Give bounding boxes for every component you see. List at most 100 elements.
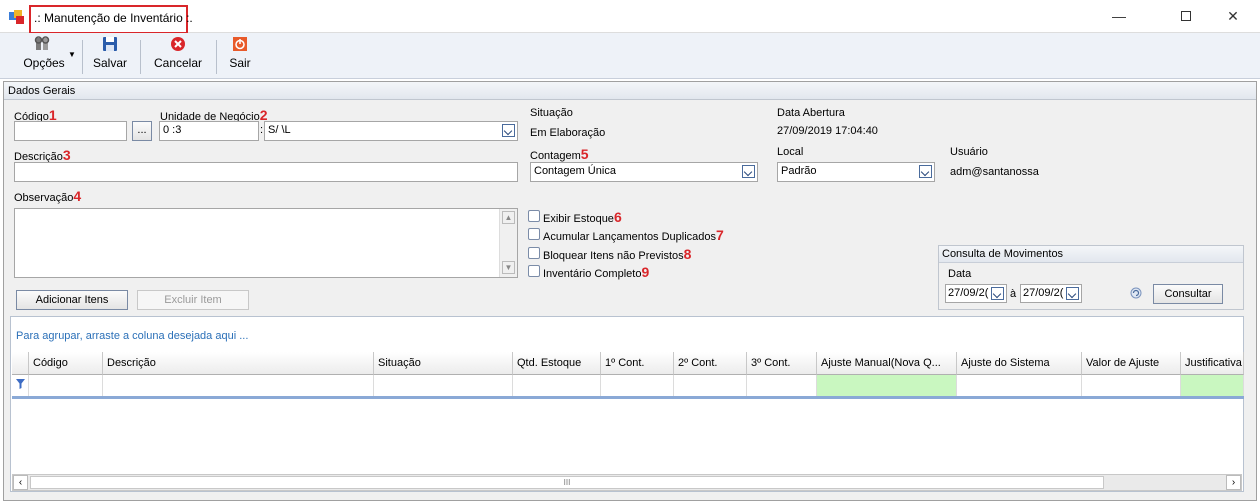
chevron-down-icon[interactable]: [742, 165, 755, 178]
section-title: Dados Gerais: [4, 82, 1256, 100]
column-header[interactable]: Valor de Ajuste: [1082, 352, 1181, 375]
opcoes-button[interactable]: ▼ Opções: [12, 36, 76, 76]
marker-4: 4: [73, 188, 82, 204]
filter-cell[interactable]: [601, 375, 674, 396]
unidade-name-select[interactable]: S/ \L: [264, 121, 518, 141]
sair-label: Sair: [229, 56, 251, 70]
scroll-down-icon[interactable]: ▼: [502, 261, 515, 274]
local-label: Local: [777, 146, 804, 158]
inventario-completo-checkbox[interactable]: [528, 265, 540, 277]
local-value: Padrão: [781, 165, 817, 177]
observacao-scrollbar[interactable]: ▲ ▼: [499, 209, 517, 277]
unidade-name-value: S/ \L: [268, 124, 291, 136]
codigo-input[interactable]: [14, 121, 127, 141]
data-abertura-label: Data Abertura: [777, 107, 845, 119]
calendar-dropdown-icon[interactable]: [1066, 287, 1079, 300]
scroll-up-icon[interactable]: ▲: [502, 211, 515, 224]
scroll-left-icon[interactable]: ‹: [13, 475, 28, 490]
column-header[interactable]: 3º Cont.: [747, 352, 817, 375]
usuario-label: Usuário: [950, 146, 988, 158]
marker-3: 3: [62, 147, 71, 163]
filter-cell[interactable]: [957, 375, 1082, 396]
situacao-value: Em Elaboração: [530, 127, 606, 139]
filter-cell[interactable]: [29, 375, 103, 396]
salvar-button[interactable]: Salvar: [88, 36, 132, 76]
column-header[interactable]: Ajuste do Sistema: [957, 352, 1082, 375]
close-icon[interactable]: ✕: [1210, 0, 1256, 33]
movimentos-data-label: Data: [948, 268, 972, 280]
salvar-label: Salvar: [92, 56, 127, 70]
excluir-item-button[interactable]: Excluir Item: [137, 290, 249, 310]
date-from-value: 27/09/2(: [948, 287, 989, 299]
filter-cell[interactable]: [374, 375, 513, 396]
marker-5: 5: [580, 146, 589, 162]
movimentos-title: Consulta de Movimentos: [939, 246, 1243, 263]
scroll-thumb[interactable]: III: [30, 476, 1104, 489]
cancelar-label: Cancelar: [153, 56, 203, 70]
filter-cell[interactable]: [1082, 375, 1181, 396]
filter-icon: [16, 379, 25, 392]
column-header[interactable]: 1º Cont.: [601, 352, 674, 375]
unidade-code-input[interactable]: 0 :3: [159, 121, 259, 141]
save-icon: [88, 36, 132, 56]
cancel-icon: [148, 36, 208, 56]
marker-8: 8: [683, 246, 692, 262]
data-abertura-value: 27/09/2019 17:04:40: [777, 125, 878, 137]
window-title: .: Manutenção de Inventário :.: [34, 11, 193, 25]
scroll-right-icon[interactable]: ›: [1226, 475, 1241, 490]
filter-cell[interactable]: [103, 375, 374, 396]
contagem-label: Contagem5: [530, 146, 589, 162]
calendar-dropdown-icon[interactable]: [991, 287, 1004, 300]
date-separator: à: [1010, 288, 1017, 300]
descricao-input[interactable]: [14, 162, 518, 182]
acumular-checkbox[interactable]: [528, 228, 540, 240]
column-header[interactable]: Situação: [374, 352, 513, 375]
app-icon: [9, 10, 25, 24]
situacao-label: Situação: [530, 107, 573, 119]
filter-cell[interactable]: [1181, 375, 1244, 396]
opcoes-label: Opções: [23, 56, 65, 70]
codigo-browse-button[interactable]: ...: [132, 121, 152, 141]
chevron-down-icon[interactable]: [919, 165, 932, 178]
filter-cell[interactable]: [513, 375, 601, 396]
marker-7: 7: [716, 227, 724, 243]
local-select[interactable]: Padrão: [777, 162, 935, 182]
minimize-icon[interactable]: —: [1096, 0, 1142, 33]
bloquear-checkbox[interactable]: [528, 247, 540, 259]
column-header[interactable]: 2º Cont.: [674, 352, 747, 375]
column-header[interactable]: Ajuste Manual(Nova Q...: [817, 352, 957, 375]
date-to-value: 27/09/2(: [1023, 287, 1064, 299]
filter-cell[interactable]: [817, 375, 957, 396]
inventario-completo-label: Inventário Completo9: [543, 264, 650, 280]
filter-cell[interactable]: [674, 375, 747, 396]
exit-icon: [222, 36, 258, 56]
column-header[interactable]: Qtd. Estoque: [513, 352, 601, 375]
cancelar-button[interactable]: Cancelar: [148, 36, 208, 76]
descricao-label: Descrição3: [14, 147, 71, 163]
observacao-textarea[interactable]: [14, 208, 518, 278]
exibir-estoque-checkbox[interactable]: [528, 210, 540, 222]
observacao-label: Observação4: [14, 188, 82, 204]
refresh-icon[interactable]: [1130, 287, 1142, 299]
acumular-label: Acumular Lançamentos Duplicados7: [543, 227, 724, 243]
chevron-down-icon[interactable]: [502, 124, 515, 137]
filter-row-indicator: [12, 375, 29, 396]
contagem-select[interactable]: Contagem Única: [530, 162, 758, 182]
bloquear-label: Bloquear Itens não Previstos8: [543, 246, 692, 262]
contagem-value: Contagem Única: [534, 165, 616, 177]
tools-icon: ▼: [12, 36, 76, 59]
row-header-corner: [12, 352, 29, 375]
sair-button[interactable]: Sair: [222, 36, 258, 76]
filter-cell[interactable]: [747, 375, 817, 396]
dropdown-icon: ▼: [68, 50, 76, 59]
group-hint: Para agrupar, arraste a coluna desejada …: [16, 330, 249, 342]
exibir-estoque-label: Exibir Estoque6: [543, 209, 622, 225]
column-header[interactable]: Descrição: [103, 352, 374, 375]
column-header[interactable]: Código: [29, 352, 103, 375]
adicionar-itens-button[interactable]: Adicionar Itens: [16, 290, 128, 310]
maximize-icon[interactable]: [1163, 0, 1209, 33]
marker-9: 9: [641, 264, 650, 280]
grid-separator: [12, 396, 1244, 399]
consultar-button[interactable]: Consultar: [1153, 284, 1223, 304]
column-header[interactable]: Justificativa: [1181, 352, 1244, 375]
